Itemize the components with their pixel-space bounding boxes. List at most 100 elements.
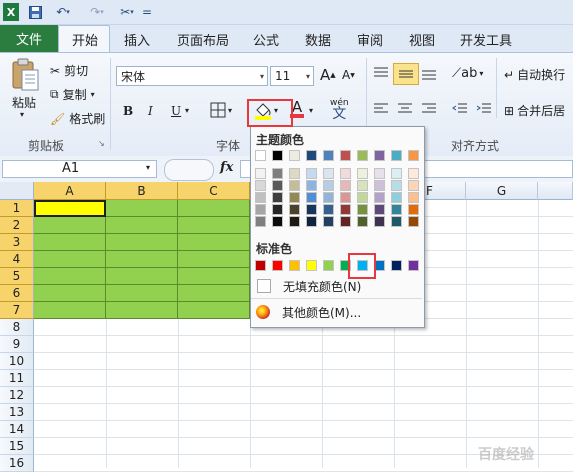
theme-shade-swatch[interactable] [306,204,317,215]
theme-color-swatch[interactable] [289,150,300,161]
format-painter-button[interactable]: 🖌 格式刷 [50,110,105,127]
standard-color-swatch[interactable] [391,260,402,271]
theme-shade-swatch[interactable] [374,204,385,215]
theme-color-swatch[interactable] [391,150,402,161]
theme-shade-swatch[interactable] [391,192,402,203]
row-header[interactable]: 12 [0,387,34,404]
theme-shade-swatch[interactable] [408,216,419,227]
theme-shade-swatch[interactable] [391,204,402,215]
theme-shade-swatch[interactable] [340,204,351,215]
theme-shade-swatch[interactable] [323,180,334,191]
theme-shade-swatch[interactable] [306,180,317,191]
theme-shade-swatch[interactable] [374,216,385,227]
font-size-combo[interactable]: 11 ▾ [270,66,314,86]
tab-home[interactable]: 开始 [72,30,98,49]
theme-shade-swatch[interactable] [357,216,368,227]
standard-color-swatch[interactable] [306,260,317,271]
theme-shade-swatch[interactable] [357,192,368,203]
theme-shade-swatch[interactable] [340,192,351,203]
row-header[interactable]: 6 [0,285,34,302]
filled-cell[interactable] [34,285,106,302]
row-header[interactable]: 3 [0,234,34,251]
theme-color-swatch[interactable] [340,150,351,161]
standard-color-swatch[interactable] [408,260,419,271]
theme-shade-swatch[interactable] [340,180,351,191]
customize-qat-icon[interactable]: = [141,3,153,21]
filled-cell[interactable] [106,268,178,285]
shrink-font-button[interactable]: A ▼ [342,68,355,82]
theme-shade-swatch[interactable] [272,216,283,227]
theme-shade-swatch[interactable] [255,168,266,179]
tab-developer[interactable]: 开发工具 [460,30,512,49]
filled-cell[interactable] [106,285,178,302]
row-header[interactable]: 13 [0,404,34,421]
standard-color-swatch[interactable] [323,260,334,271]
theme-shade-swatch[interactable] [374,192,385,203]
paste-button[interactable]: 粘贴 [12,94,36,111]
column-header-c[interactable]: C [178,182,250,200]
theme-shade-swatch[interactable] [272,168,283,179]
theme-shade-swatch[interactable] [255,216,266,227]
decrease-indent-button[interactable] [452,102,468,116]
filled-cell[interactable] [106,251,178,268]
theme-shade-swatch[interactable] [272,204,283,215]
theme-shade-swatch[interactable] [289,192,300,203]
theme-shade-swatch[interactable] [357,180,368,191]
theme-shade-swatch[interactable] [289,168,300,179]
tab-page-layout[interactable]: 页面布局 [177,30,229,49]
filled-cell[interactable] [34,268,106,285]
underline-dropdown-icon[interactable]: ▾ [185,106,189,115]
row-header[interactable]: 14 [0,421,34,438]
tab-review[interactable]: 审阅 [357,30,383,49]
redo-icon[interactable]: ↷ ▾ [84,3,110,21]
paste-icon[interactable] [10,58,40,92]
column-header-b[interactable]: B [106,182,178,200]
row-header[interactable]: 8 [0,319,34,336]
filled-cell[interactable] [34,234,106,251]
filled-cell[interactable] [178,251,250,268]
name-box-dropdown-icon[interactable]: ▾ [146,163,150,172]
filled-cell[interactable] [106,217,178,234]
italic-button[interactable]: I [148,104,153,118]
theme-shade-swatch[interactable] [408,168,419,179]
more-colors-menu-item[interactable]: 其他颜色(M)... [251,302,422,322]
column-header-h[interactable] [538,182,573,200]
cut-button[interactable]: ✂ 剪切 [50,62,88,79]
tab-insert[interactable]: 插入 [124,30,150,49]
filled-cell[interactable] [178,200,250,217]
row-header[interactable]: 7 [0,302,34,319]
filled-cell[interactable] [178,268,250,285]
theme-shade-swatch[interactable] [391,168,402,179]
orientation-button[interactable]: ⟋ab ▾ [452,66,483,81]
theme-shade-swatch[interactable] [374,180,385,191]
theme-shade-swatch[interactable] [340,216,351,227]
filled-cell[interactable] [34,217,106,234]
theme-shade-swatch[interactable] [323,168,334,179]
grow-font-button[interactable]: A ▲ [320,66,336,84]
filled-cell[interactable] [106,200,178,217]
borders-button[interactable]: ▾ [210,102,232,118]
tab-file[interactable]: 文件 [0,25,58,52]
theme-shade-swatch[interactable] [306,168,317,179]
filled-cell[interactable] [178,285,250,302]
tab-view[interactable]: 视图 [409,30,435,49]
font-name-combo[interactable]: 宋体 ▾ [116,66,268,86]
filled-cell[interactable] [106,234,178,251]
align-center-button[interactable] [397,102,413,116]
theme-shade-swatch[interactable] [255,192,266,203]
theme-shade-swatch[interactable] [323,204,334,215]
row-header[interactable]: 2 [0,217,34,234]
wrap-text-button[interactable]: ↵ 自动换行 [504,66,565,83]
name-box[interactable] [2,160,157,178]
row-header[interactable]: 16 [0,455,34,472]
insert-function-button[interactable]: fx [220,160,233,175]
theme-shade-swatch[interactable] [272,180,283,191]
theme-shade-swatch[interactable] [289,216,300,227]
font-color-dropdown-icon[interactable]: ▾ [309,106,313,115]
align-middle-button[interactable] [393,63,419,85]
active-cell-a1[interactable] [34,200,106,217]
clipboard-launcher-icon[interactable]: ↘ [98,139,105,148]
formula-bar-splitter[interactable] [164,159,214,181]
theme-color-swatch[interactable] [272,150,283,161]
no-fill-menu-item[interactable]: 无填充颜色(N) [251,276,422,296]
